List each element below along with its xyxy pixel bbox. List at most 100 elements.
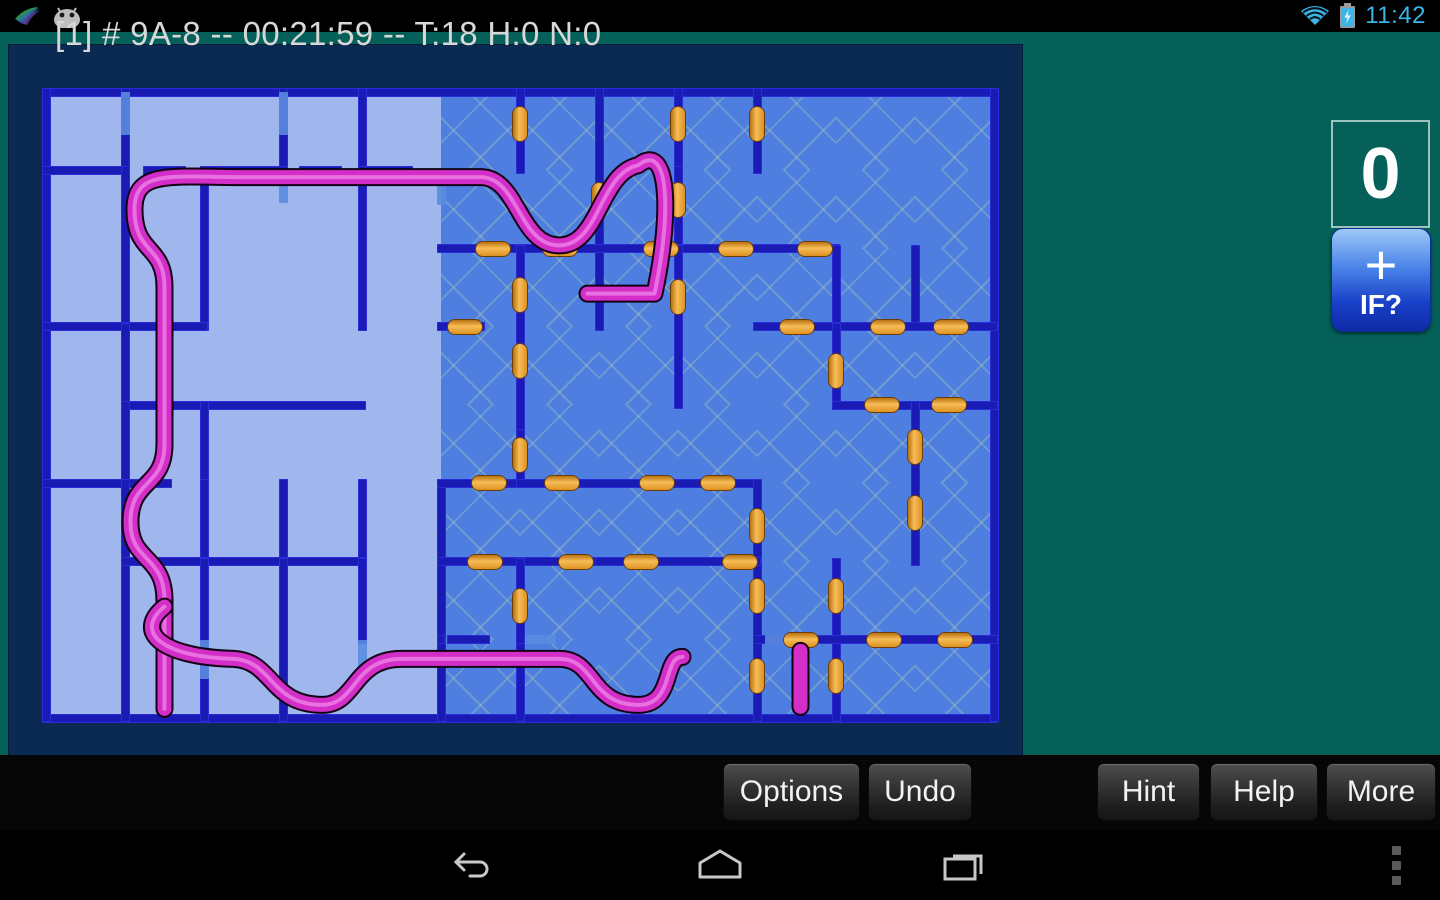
wall-horizontal[interactable] <box>200 400 366 410</box>
wall-pin-marker[interactable] <box>513 277 527 312</box>
wall-vertical[interactable] <box>357 557 367 644</box>
wall-pin-marker[interactable] <box>932 398 966 412</box>
grid-cell[interactable] <box>599 405 678 484</box>
wall-pin-marker[interactable] <box>934 319 968 334</box>
wall-pin-marker[interactable] <box>865 398 899 412</box>
grid-cell[interactable] <box>915 248 994 328</box>
grid-cell[interactable] <box>125 483 204 562</box>
grid-cell[interactable] <box>678 561 757 641</box>
wall-pin-marker[interactable] <box>640 476 674 491</box>
wall-pin-marker[interactable] <box>592 183 606 218</box>
grid-cell[interactable] <box>46 483 125 562</box>
grid-cell[interactable] <box>283 405 362 484</box>
grid-cell[interactable] <box>678 92 757 171</box>
wall-pin-marker[interactable] <box>513 343 527 378</box>
puzzle-grid[interactable] <box>41 87 999 723</box>
wall-pin-marker[interactable] <box>750 107 764 141</box>
grid-cell[interactable] <box>362 170 441 249</box>
grid-cell[interactable] <box>836 326 915 406</box>
wall-vertical[interactable] <box>199 166 209 331</box>
grid-cell[interactable] <box>362 248 441 327</box>
grid-cell[interactable] <box>915 405 994 484</box>
wall-pin-marker[interactable] <box>784 632 818 647</box>
wall-pin-marker[interactable] <box>829 658 843 693</box>
wall-horizontal[interactable] <box>42 478 129 488</box>
grid-cell[interactable] <box>46 561 125 640</box>
wall-pin-marker[interactable] <box>908 430 922 465</box>
grid-cell[interactable] <box>125 405 204 484</box>
wall-pin-marker[interactable] <box>723 554 757 569</box>
more-button[interactable]: More <box>1326 763 1436 821</box>
grid-cell[interactable] <box>757 405 836 484</box>
puzzle-board[interactable] <box>41 87 999 723</box>
wall-pin-marker[interactable] <box>624 554 658 569</box>
wall-vertical[interactable] <box>120 92 130 136</box>
grid-cell[interactable] <box>441 248 520 328</box>
grid-cell[interactable] <box>915 639 994 719</box>
grid-cell[interactable] <box>599 92 678 171</box>
grid-cell[interactable] <box>520 561 599 641</box>
grid-cell[interactable] <box>46 92 125 171</box>
wall-pin-marker[interactable] <box>671 107 685 141</box>
wall-vertical[interactable] <box>278 92 288 136</box>
grid-cell[interactable] <box>757 92 836 171</box>
hint-button[interactable]: Hint <box>1097 763 1200 821</box>
wall-pin-marker[interactable] <box>559 554 593 569</box>
wall-horizontal[interactable] <box>200 557 287 566</box>
grid-cell[interactable] <box>283 248 362 327</box>
add-if-button[interactable]: + IF? <box>1331 228 1431 332</box>
grid-cell[interactable] <box>678 405 757 484</box>
grid-cell[interactable] <box>204 561 283 640</box>
grid-cell[interactable] <box>836 92 915 171</box>
grid-cell[interactable] <box>520 639 599 719</box>
home-button[interactable] <box>660 830 780 900</box>
wall-horizontal[interactable] <box>121 322 208 332</box>
wall-pin-marker[interactable] <box>671 183 685 218</box>
grid-cell[interactable] <box>283 483 362 562</box>
wall-horizontal[interactable] <box>125 478 173 488</box>
grid-cell[interactable] <box>204 92 283 171</box>
grid-cell[interactable] <box>362 639 441 718</box>
wall-horizontal[interactable] <box>299 165 343 175</box>
grid-cell[interactable] <box>204 170 283 249</box>
wall-vertical[interactable] <box>120 322 130 409</box>
grid-cell[interactable] <box>441 561 520 641</box>
wall-pin-marker[interactable] <box>513 588 527 623</box>
grid-cell[interactable] <box>204 483 283 562</box>
wall-pin-marker[interactable] <box>829 354 843 388</box>
wall-pin-marker[interactable] <box>543 241 577 256</box>
wall-vertical[interactable] <box>673 244 683 409</box>
grid-cell[interactable] <box>125 92 204 171</box>
grid-cell[interactable] <box>599 561 678 641</box>
wall-pin-marker[interactable] <box>513 438 527 473</box>
wall-horizontal[interactable] <box>279 557 366 566</box>
grid-cell[interactable] <box>836 248 915 328</box>
wall-vertical[interactable] <box>436 170 446 206</box>
grid-cell[interactable] <box>836 405 915 484</box>
grid-cell[interactable] <box>678 326 757 406</box>
wall-pin-marker[interactable] <box>938 632 972 647</box>
wall-horizontal[interactable] <box>42 165 129 175</box>
grid-cell[interactable] <box>204 639 283 718</box>
wall-vertical[interactable] <box>199 401 209 488</box>
grid-cell[interactable] <box>678 639 757 719</box>
help-button[interactable]: Help <box>1210 763 1318 821</box>
grid-cell[interactable] <box>283 170 362 249</box>
grid-cell[interactable] <box>441 639 520 719</box>
wall-pin-marker[interactable] <box>644 241 678 256</box>
grid-cell[interactable] <box>915 92 994 171</box>
back-button[interactable] <box>416 830 536 900</box>
undo-button[interactable]: Undo <box>868 763 972 821</box>
grid-cell[interactable] <box>46 405 125 484</box>
grid-cell[interactable] <box>441 405 520 484</box>
grid-cell[interactable] <box>46 326 125 405</box>
grid-cell[interactable] <box>836 639 915 719</box>
grid-cell[interactable] <box>362 483 441 562</box>
wall-vertical[interactable] <box>199 479 209 566</box>
grid-cell[interactable] <box>678 170 757 249</box>
wall-vertical[interactable] <box>120 479 130 722</box>
wall-pin-marker[interactable] <box>545 476 579 491</box>
grid-cell[interactable] <box>757 326 836 406</box>
grid-cell[interactable] <box>757 561 836 641</box>
grid-cell[interactable] <box>836 561 915 641</box>
